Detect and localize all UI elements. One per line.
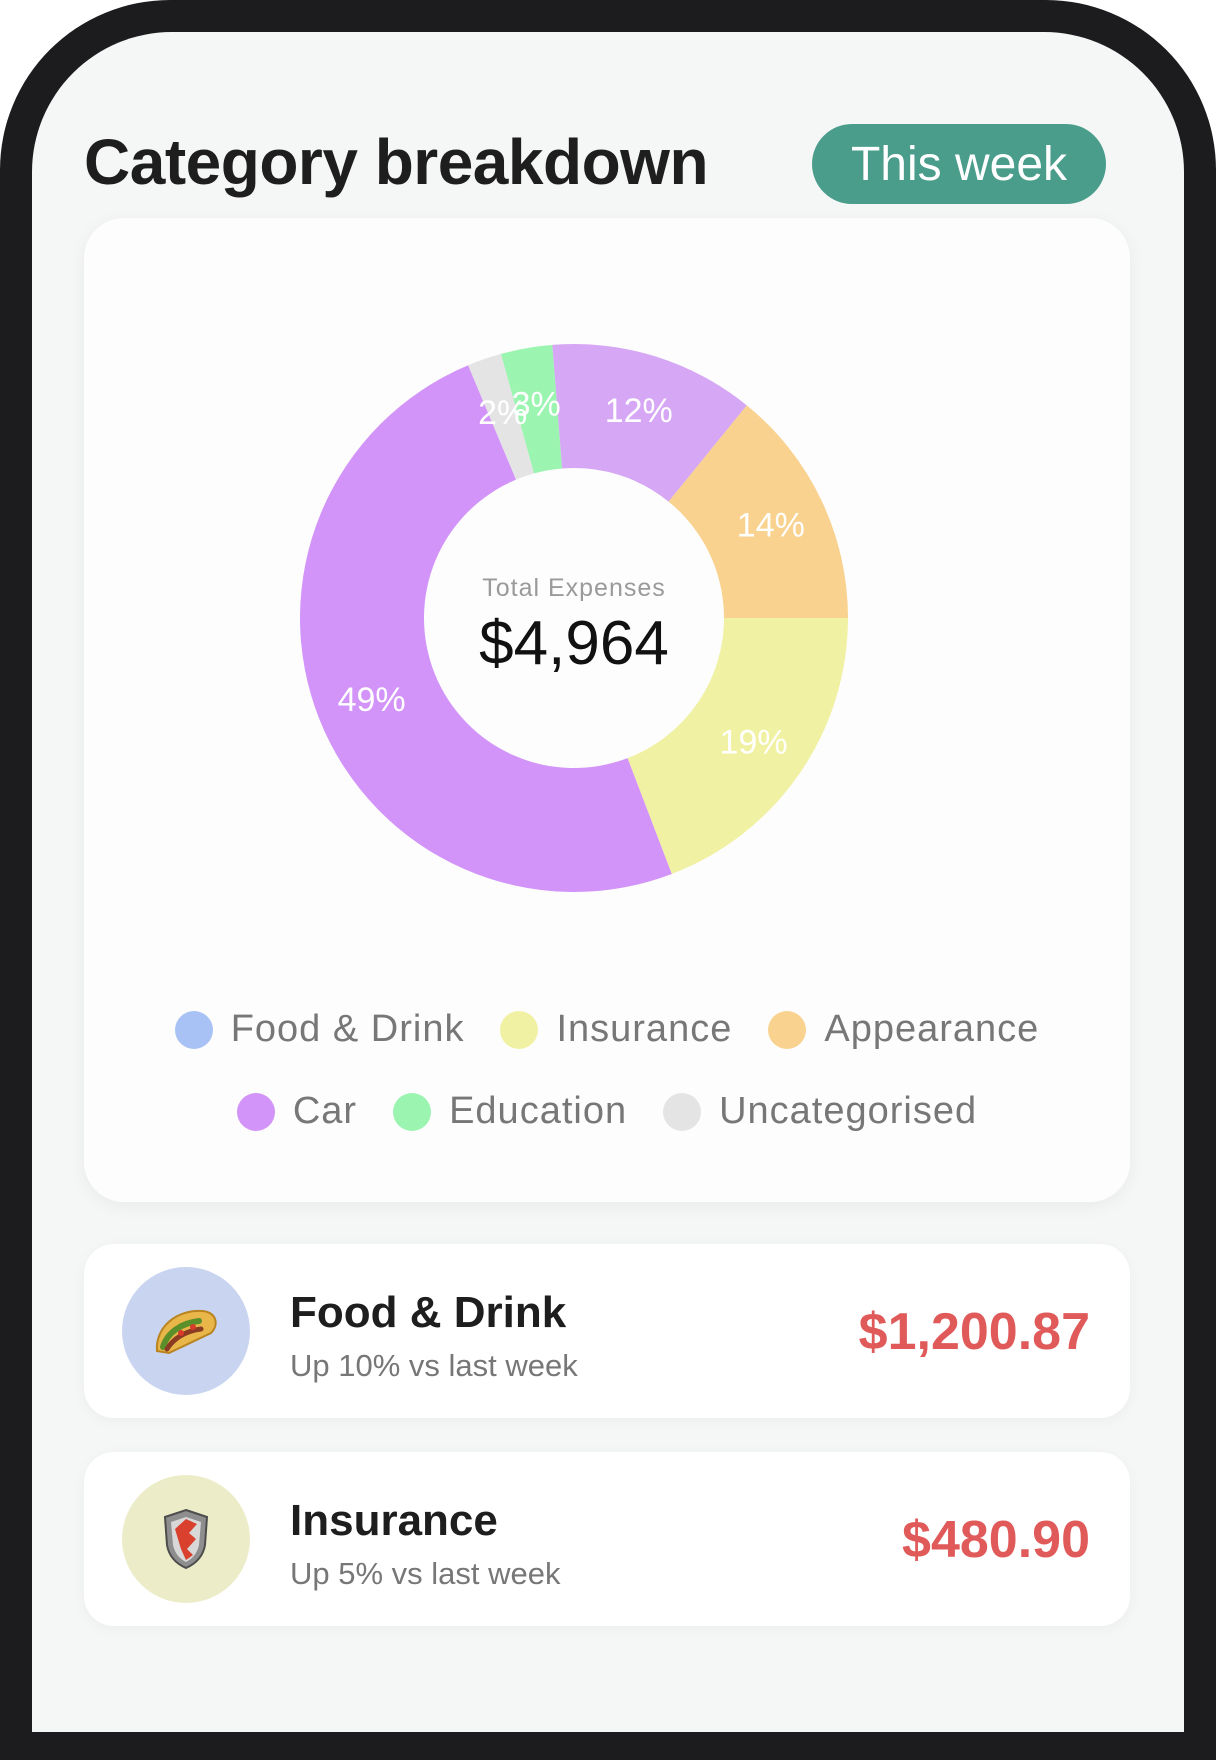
- legend-label: Education: [449, 1090, 628, 1132]
- category-amount: $480.90: [902, 1511, 1090, 1569]
- total-expenses-label: Total Expenses: [482, 574, 666, 602]
- slice-percent-label: 19%: [720, 724, 788, 762]
- legend-item-education: Education: [393, 1090, 627, 1133]
- legend-dot: [663, 1092, 702, 1131]
- shield-icon: [122, 1475, 250, 1603]
- page-title: Category breakdown: [84, 126, 709, 198]
- category-name: Insurance: [290, 1496, 498, 1545]
- legend-item-uncategorised: Uncategorised: [663, 1090, 977, 1133]
- legend-dot: [236, 1092, 275, 1131]
- legend-row-1: Food & Drink Insurance Appearance: [84, 1008, 1130, 1051]
- legend-dot: [174, 1010, 213, 1049]
- category-card-food-drink[interactable]: Food & Drink Up 10% vs last week $1,200.…: [84, 1244, 1130, 1418]
- app-screen: Category breakdown This week 19% 49% 2% 3% 1…: [32, 32, 1184, 1732]
- legend-item-insurance: Insurance: [500, 1008, 732, 1051]
- legend-item-appearance: Appearance: [768, 1008, 1039, 1051]
- legend-dot: [500, 1010, 539, 1049]
- legend-row-2: Car Education Uncategorised: [84, 1090, 1130, 1133]
- total-expenses-value: $4,964: [479, 609, 669, 678]
- donut-chart: 19%49%2%3% 12%14% Total Expenses $4,964: [299, 344, 848, 893]
- legend-item-car: Car: [236, 1090, 358, 1133]
- category-trend: Up 10% vs last week: [290, 1348, 578, 1383]
- category-name: Food & Drink: [290, 1288, 567, 1337]
- category-card-insurance[interactable]: Insurance Up 5% vs last week $480.90: [84, 1452, 1130, 1626]
- slice-percent-label: 12%: [605, 392, 673, 430]
- legend-label: Insurance: [556, 1008, 733, 1050]
- legend-label: Food & Drink: [230, 1008, 465, 1050]
- period-selector-button[interactable]: This week: [812, 124, 1106, 204]
- legend-dot: [393, 1092, 432, 1131]
- legend-dot: [768, 1010, 807, 1049]
- slice-percent-label: 14%: [737, 506, 805, 544]
- legend-item-food-drink: Food & Drink: [174, 1008, 465, 1051]
- legend-label: Appearance: [824, 1008, 1040, 1050]
- header: Category breakdown This week: [84, 96, 1160, 204]
- legend-label: Car: [292, 1090, 358, 1132]
- slice-percent-label: 3%: [512, 385, 561, 423]
- chart-card: 19% 49% 2% 3% 12% 14% Total Expenses $4,964 F…: [84, 218, 1130, 1202]
- category-amount: $1,200.87: [858, 1303, 1090, 1361]
- taco-icon: [122, 1267, 250, 1395]
- slice-percent-label: 49%: [338, 681, 406, 719]
- category-trend: Up 5% vs last week: [290, 1556, 561, 1591]
- legend-label: Uncategorised: [719, 1090, 978, 1132]
